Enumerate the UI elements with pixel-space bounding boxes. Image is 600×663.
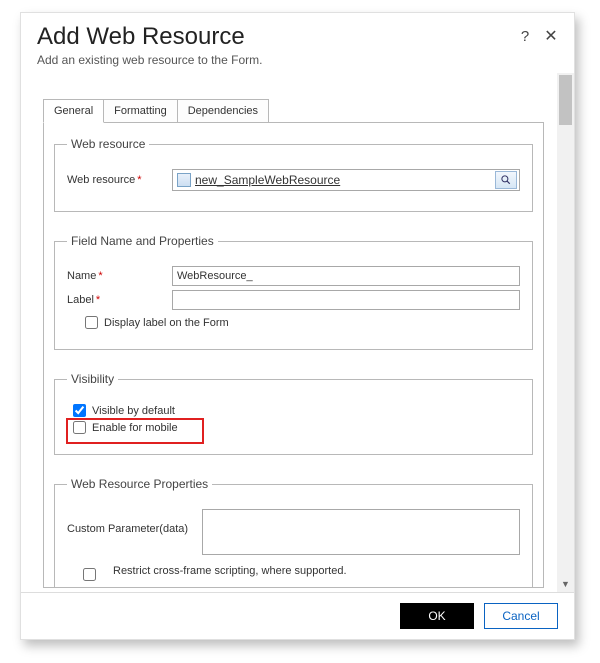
add-web-resource-dialog: Add Web Resource Add an existing web res…: [20, 12, 575, 640]
lookup-search-button[interactable]: [495, 171, 517, 189]
tab-panel-general: Web resource Web resource* new_SampleWeb…: [43, 122, 544, 588]
restrict-cross-frame-checkbox[interactable]: [83, 568, 96, 581]
web-resource-type-icon: [177, 173, 191, 187]
group-web-resource-properties: Web Resource Properties Custom Parameter…: [54, 477, 533, 588]
restrict-cross-frame-text: Restrict cross-frame scripting, where su…: [113, 565, 347, 577]
custom-parameter-input[interactable]: [202, 509, 520, 555]
visible-by-default-row[interactable]: Visible by default: [73, 404, 520, 417]
tab-container: General Formatting Dependencies Web reso…: [43, 99, 544, 588]
help-button[interactable]: ?: [516, 27, 534, 45]
group-field-name-properties: Field Name and Properties Name* Label* D…: [54, 234, 533, 350]
dialog-title: Add Web Resource: [37, 23, 558, 51]
dialog-subtitle: Add an existing web resource to the Form…: [37, 53, 558, 67]
label-custom-parameter: Custom Parameter(data): [67, 509, 202, 535]
display-label-checkbox-row[interactable]: Display label on the Form: [85, 316, 520, 329]
enable-for-mobile-text: Enable for mobile: [92, 422, 178, 434]
cancel-button[interactable]: Cancel: [484, 603, 558, 629]
tab-dependencies[interactable]: Dependencies: [177, 99, 269, 123]
display-label-checkbox[interactable]: [85, 316, 98, 329]
ok-button[interactable]: OK: [400, 603, 474, 629]
legend-wr-props: Web Resource Properties: [67, 477, 212, 491]
legend-web-resource: Web resource: [67, 137, 149, 151]
enable-for-mobile-checkbox[interactable]: [73, 421, 86, 434]
search-icon: [500, 174, 512, 186]
label-input[interactable]: [172, 290, 520, 310]
scroll-thumb[interactable]: [559, 75, 572, 125]
close-button[interactable]: ✕: [542, 27, 560, 45]
group-web-resource: Web resource Web resource* new_SampleWeb…: [54, 137, 533, 212]
tab-general[interactable]: General: [43, 99, 104, 123]
label-name: Name*: [67, 270, 172, 282]
web-resource-lookup[interactable]: new_SampleWebResource: [172, 169, 520, 191]
scroll-down-arrow[interactable]: ▼: [557, 575, 574, 592]
visible-by-default-text: Visible by default: [92, 405, 175, 417]
group-visibility: Visibility Visible by default Enable for…: [54, 372, 533, 455]
web-resource-lookup-value: new_SampleWebResource: [195, 173, 491, 187]
enable-for-mobile-row[interactable]: Enable for mobile: [73, 421, 520, 434]
dialog-header: Add Web Resource Add an existing web res…: [21, 13, 574, 73]
display-label-text: Display label on the Form: [104, 317, 229, 329]
dialog-footer: OK Cancel: [21, 592, 574, 639]
label-label: Label*: [67, 294, 172, 306]
label-web-resource: Web resource*: [67, 174, 172, 186]
legend-visibility: Visibility: [67, 372, 118, 386]
vertical-scrollbar[interactable]: ▲ ▼: [557, 73, 574, 592]
dialog-body: General Formatting Dependencies Web reso…: [21, 73, 574, 592]
tab-formatting[interactable]: Formatting: [103, 99, 178, 123]
visible-by-default-checkbox[interactable]: [73, 404, 86, 417]
name-input[interactable]: [172, 266, 520, 286]
legend-field-props: Field Name and Properties: [67, 234, 218, 248]
